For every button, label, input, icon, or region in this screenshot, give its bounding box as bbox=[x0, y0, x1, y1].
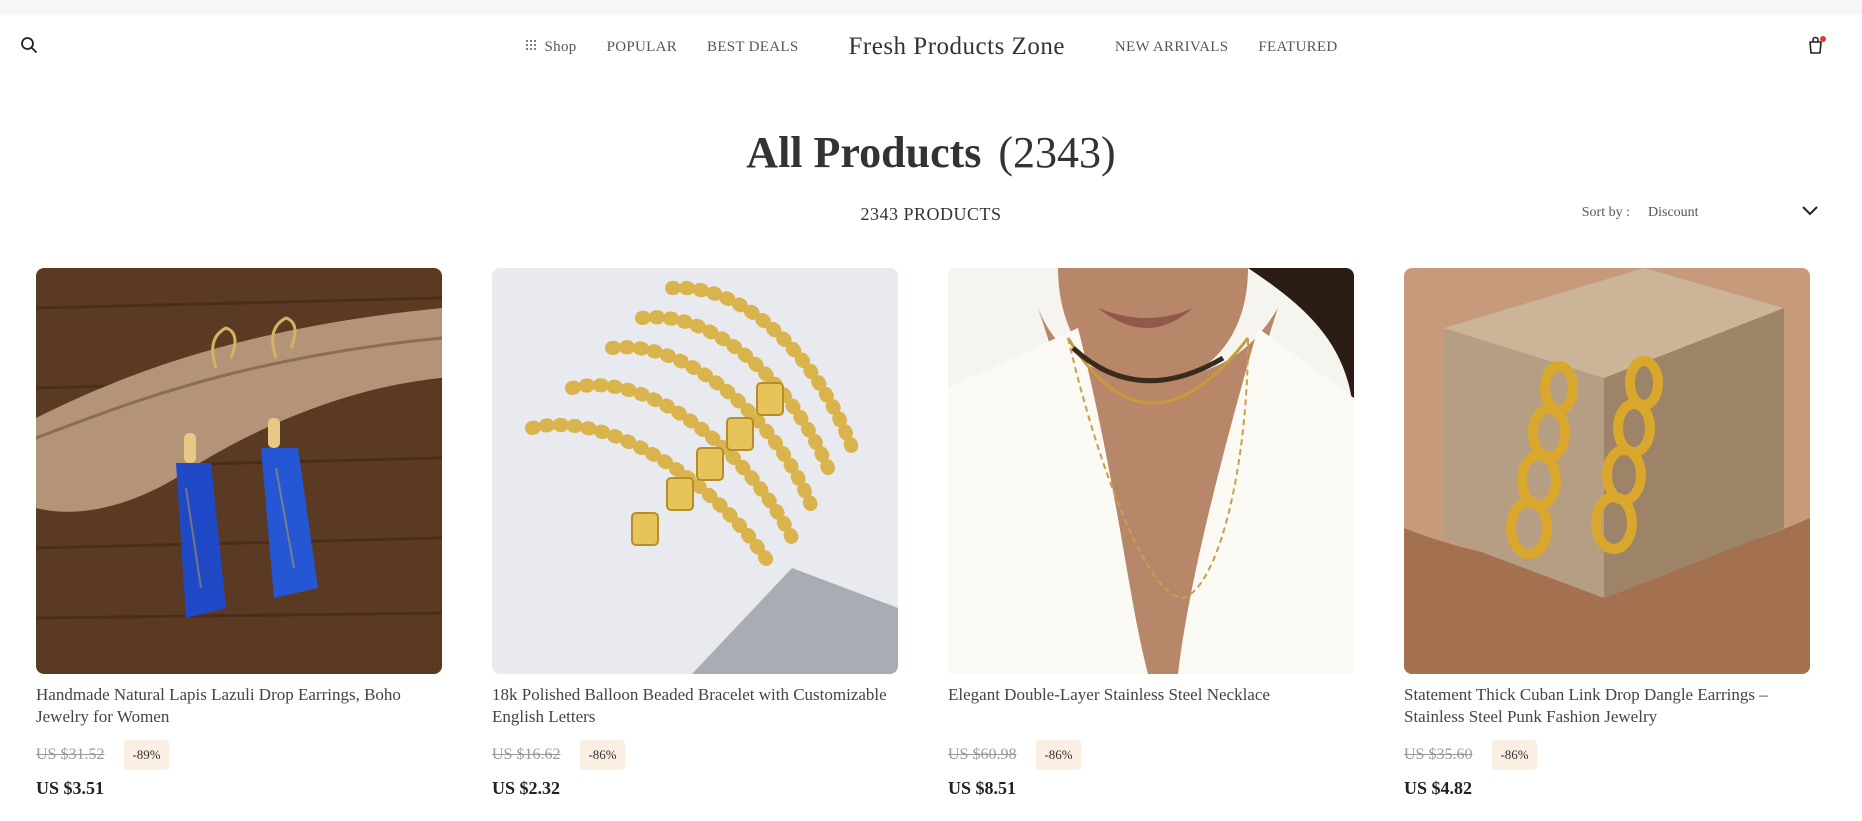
sale-price: US $4.82 bbox=[1404, 778, 1473, 798]
original-price: US $35.60 bbox=[1404, 746, 1473, 763]
product-image[interactable] bbox=[948, 268, 1354, 674]
original-price: US $60.98 bbox=[948, 746, 1017, 763]
product-name[interactable]: 18k Polished Balloon Beaded Bracelet wit… bbox=[492, 684, 898, 728]
main-nav: Shop POPULAR BEST DEALS Fresh Products Z… bbox=[0, 33, 1862, 61]
discount-badge: -86% bbox=[580, 740, 625, 770]
product-name[interactable]: Handmade Natural Lapis Lazuli Drop Earri… bbox=[36, 684, 442, 728]
nav-featured[interactable]: FEATURED bbox=[1258, 39, 1337, 56]
price-row: US $35.60 -86% bbox=[1404, 740, 1810, 770]
nav-new-arrivals[interactable]: NEW ARRIVALS bbox=[1115, 39, 1228, 56]
listing-toolbar: 2343 PRODUCTS Sort by : Discount bbox=[0, 196, 1862, 236]
page-title-text: All Products bbox=[746, 128, 982, 177]
sort-control: Sort by : Discount bbox=[1582, 205, 1818, 221]
page-heading: All Products (2343) bbox=[0, 127, 1862, 178]
product-card[interactable]: Elegant Double-Layer Stainless Steel Nec… bbox=[948, 268, 1354, 799]
product-grid: Handmade Natural Lapis Lazuli Drop Earri… bbox=[36, 268, 1810, 799]
discount-badge: -86% bbox=[1492, 740, 1537, 770]
discount-badge: -89% bbox=[124, 740, 169, 770]
sale-price: US $2.32 bbox=[492, 778, 561, 798]
brand-logo[interactable]: Fresh Products Zone bbox=[849, 33, 1065, 61]
original-price: US $31.52 bbox=[36, 746, 105, 763]
cart-icon[interactable] bbox=[1804, 33, 1828, 57]
grid-icon bbox=[525, 39, 537, 56]
cart-badge-dot bbox=[1820, 36, 1826, 42]
product-name[interactable]: Elegant Double-Layer Stainless Steel Nec… bbox=[948, 684, 1354, 728]
product-name[interactable]: Statement Thick Cuban Link Drop Dangle E… bbox=[1404, 684, 1810, 728]
sale-price: US $8.51 bbox=[948, 778, 1017, 798]
price-row: US $31.52 -89% bbox=[36, 740, 442, 770]
original-price: US $16.62 bbox=[492, 746, 561, 763]
product-card[interactable]: Statement Thick Cuban Link Drop Dangle E… bbox=[1404, 268, 1810, 799]
sort-value: Discount bbox=[1648, 205, 1699, 220]
chevron-down-icon bbox=[1802, 205, 1818, 221]
nav-shop-label: Shop bbox=[544, 38, 577, 55]
product-image[interactable] bbox=[492, 268, 898, 674]
product-card[interactable]: Handmade Natural Lapis Lazuli Drop Earri… bbox=[36, 268, 442, 799]
discount-badge: -86% bbox=[1036, 740, 1081, 770]
top-strip bbox=[0, 0, 1862, 15]
sort-dropdown[interactable]: Discount bbox=[1648, 205, 1818, 221]
nav-best-deals[interactable]: BEST DEALS bbox=[707, 39, 798, 56]
product-image[interactable] bbox=[1404, 268, 1810, 674]
sale-price: US $3.51 bbox=[36, 778, 105, 798]
price-row: US $16.62 -86% bbox=[492, 740, 898, 770]
product-card[interactable]: 18k Polished Balloon Beaded Bracelet wit… bbox=[492, 268, 898, 799]
sort-label: Sort by : bbox=[1581, 205, 1630, 220]
price-row: US $60.98 -86% bbox=[948, 740, 1354, 770]
site-header: Shop POPULAR BEST DEALS Fresh Products Z… bbox=[0, 15, 1862, 73]
nav-shop[interactable]: Shop bbox=[525, 39, 577, 56]
page-title: All Products (2343) bbox=[746, 128, 1115, 177]
product-image[interactable] bbox=[36, 268, 442, 674]
page-title-count: (2343) bbox=[998, 128, 1116, 177]
nav-popular[interactable]: POPULAR bbox=[607, 39, 677, 56]
